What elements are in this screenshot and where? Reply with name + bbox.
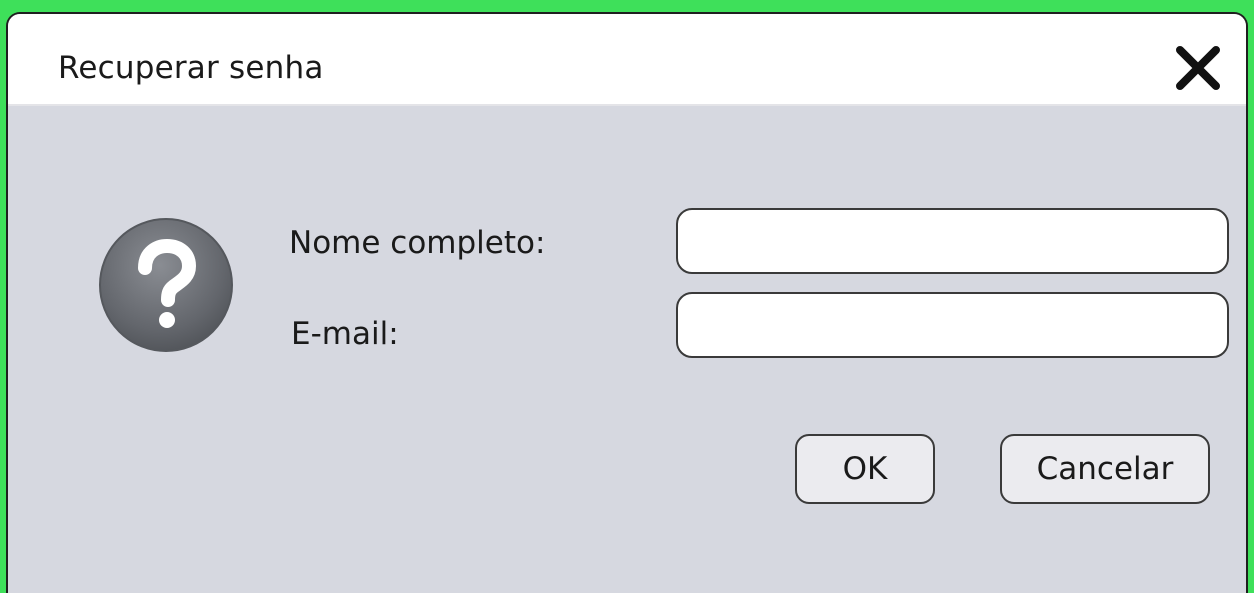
cancel-button[interactable]: Cancelar	[1000, 434, 1210, 504]
ok-button[interactable]: OK	[795, 434, 935, 504]
full-name-input[interactable]	[676, 208, 1229, 274]
recover-password-dialog: Recuperar senha Nome completo: E-mail: O…	[6, 12, 1248, 593]
dialog-titlebar: Recuperar senha	[8, 14, 1246, 106]
question-mark-icon	[97, 216, 235, 354]
close-icon	[1176, 46, 1220, 90]
email-input[interactable]	[676, 292, 1229, 358]
dialog-title: Recuperar senha	[58, 50, 324, 86]
email-label: E-mail:	[291, 316, 399, 352]
close-button[interactable]	[1174, 44, 1222, 92]
full-name-label: Nome completo:	[289, 225, 546, 261]
